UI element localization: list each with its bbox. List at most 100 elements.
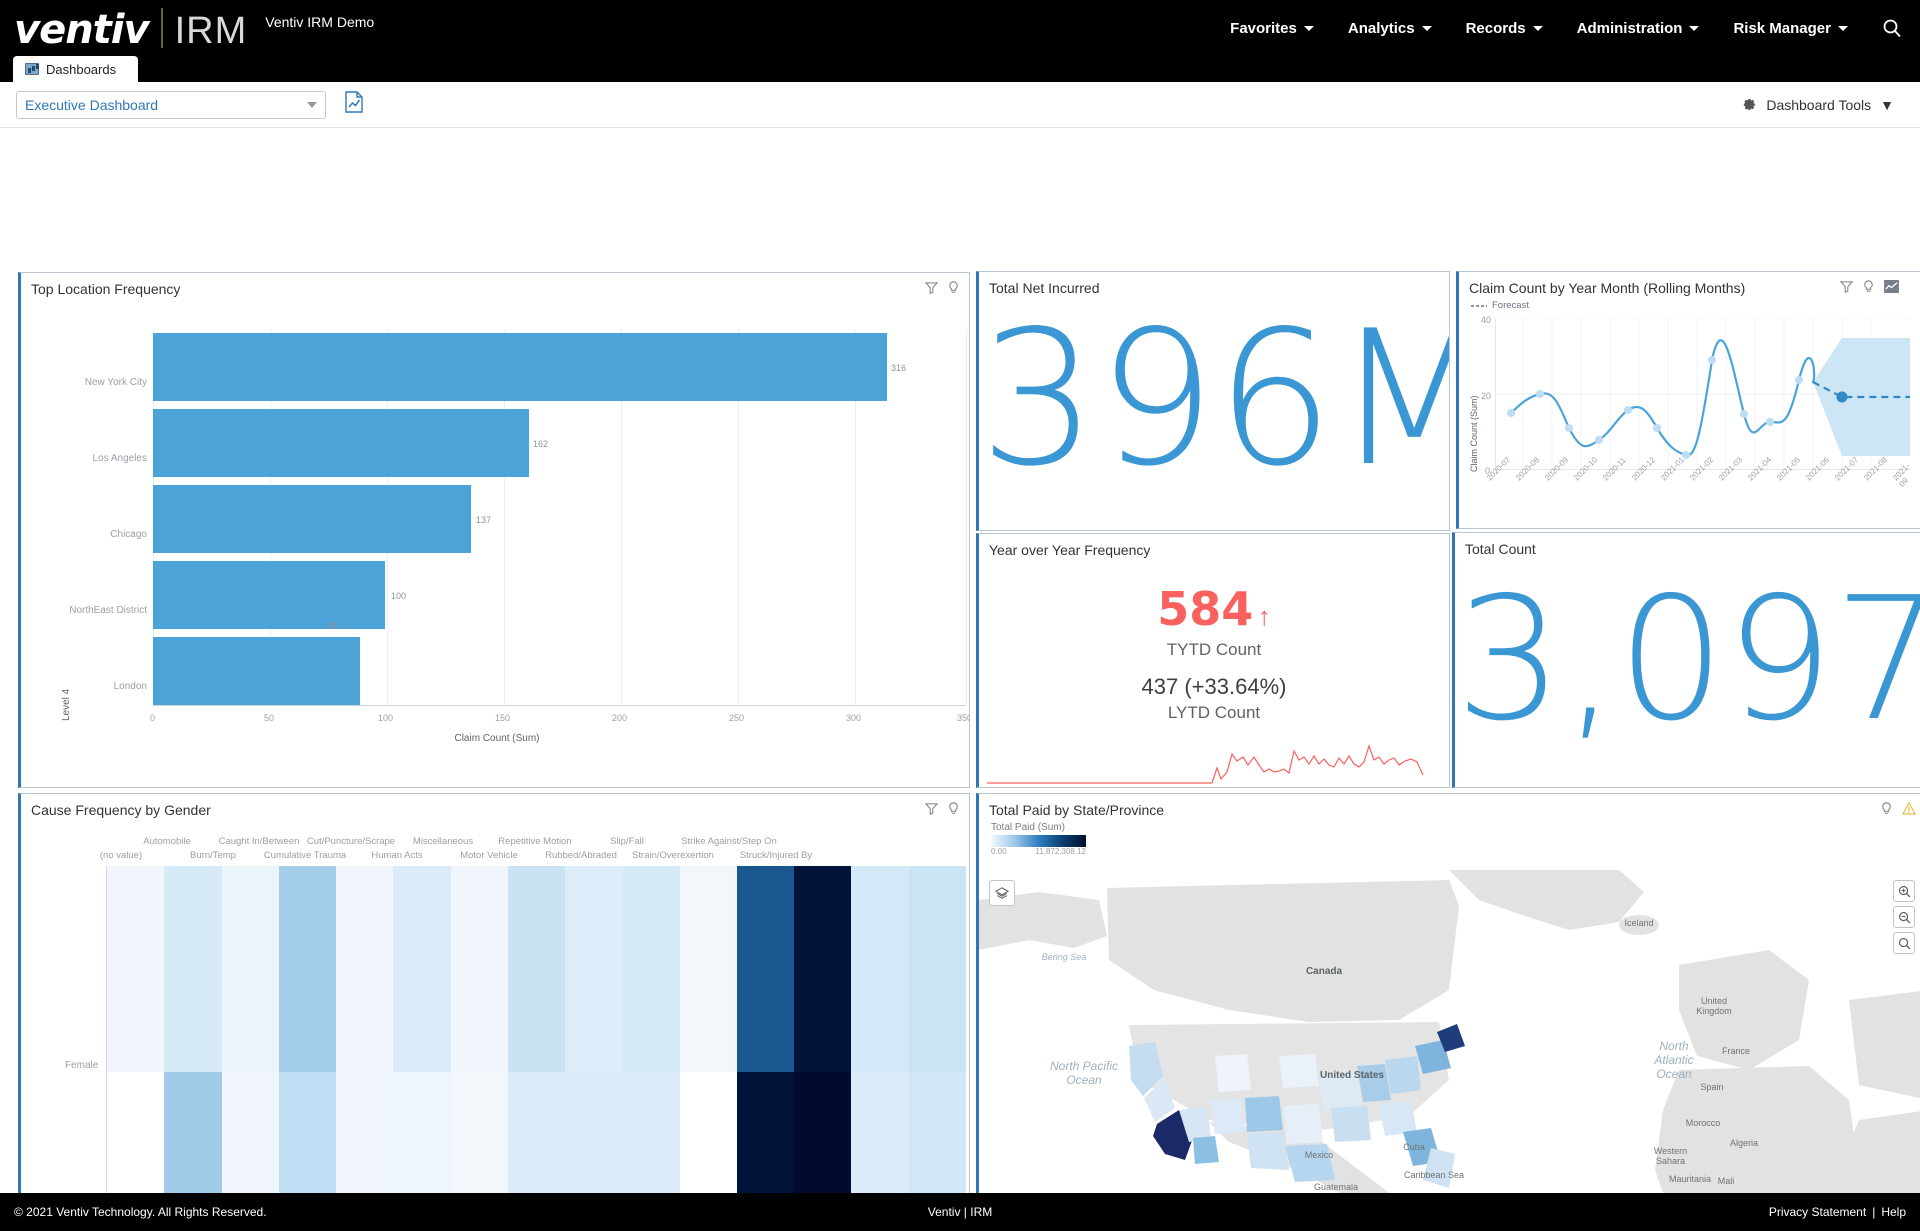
filter-icon[interactable] [1839, 280, 1854, 298]
dashboard-select[interactable]: Executive Dashboard [16, 90, 326, 119]
country-label-algeria: Algeria [1729, 1138, 1758, 1148]
map-region-kansas [1283, 1104, 1323, 1144]
footer-links: Privacy Statement | Help [1769, 1205, 1906, 1219]
heatmap-cell[interactable] [393, 866, 452, 1072]
tab-label: Dashboards [46, 61, 117, 77]
panel-title: Total Paid by State/Province [989, 802, 1165, 818]
yoy-secondary-value: 437 (+33.64%) [1141, 674, 1287, 699]
privacy-statement-link[interactable]: Privacy Statement [1769, 1205, 1866, 1219]
bar-category-label: NorthEast District [69, 605, 147, 616]
dashboard-tools-menu[interactable]: Dashboard Tools ▼ [1742, 97, 1904, 113]
nav-item-records[interactable]: Records [1466, 20, 1543, 37]
bar-los-angeles[interactable] [153, 409, 529, 477]
bar-value-label: 89 [327, 621, 338, 631]
nav-item-analytics[interactable]: Analytics [1348, 20, 1432, 37]
heatmap-cell[interactable] [336, 866, 394, 1072]
dashboard-toolbar: Executive Dashboard Dashboard Tools ▼ [0, 82, 1920, 128]
bar-value-label: 316 [891, 363, 907, 373]
insight-bulb-icon[interactable] [947, 281, 960, 299]
nav-item-favorites[interactable]: Favorites [1230, 20, 1314, 37]
heatmap-cell[interactable] [622, 866, 681, 1072]
brand-name-primary: ventiv [14, 7, 150, 53]
heatmap-cell[interactable] [278, 866, 337, 1072]
heatmap-cell[interactable] [450, 866, 509, 1072]
bar-new-york-city[interactable] [153, 333, 887, 401]
country-label-mexico: Mexico [1304, 1150, 1334, 1160]
insight-bulb-icon[interactable] [1862, 280, 1875, 298]
x-tick: 250 [729, 713, 745, 723]
heatmap-cell[interactable] [736, 866, 795, 1072]
map-legend-title: Total Paid (Sum) [991, 822, 1065, 833]
nav-item-administration[interactable]: Administration [1577, 20, 1700, 37]
zoom-in-icon[interactable] [1893, 880, 1915, 902]
insight-bulb-icon[interactable] [1880, 802, 1893, 820]
heatmap-cell[interactable] [679, 866, 738, 1072]
heatmap-cell[interactable] [221, 866, 280, 1072]
heatmap-cell[interactable] [908, 866, 967, 1072]
yoy-secondary-label: LYTD Count [1167, 703, 1261, 722]
hm-col-label: Human Acts [371, 850, 423, 861]
yoy-sparkline [987, 744, 1424, 784]
filter-icon[interactable] [924, 281, 939, 299]
bar-category-label: London [113, 681, 147, 692]
panel-header-icons [924, 281, 960, 299]
map-legend-gradient [991, 835, 1086, 847]
x-tick: 0 [150, 713, 156, 723]
country-label-western-sahara: Western Sahara [1653, 1146, 1688, 1166]
nav-item-risk-manager[interactable]: Risk Manager [1733, 20, 1848, 37]
map-region-utah-colorado [1211, 1098, 1245, 1134]
yoy-primary-value: 584 [1157, 582, 1254, 636]
nav-label: Favorites [1230, 19, 1297, 37]
heatmap-cell[interactable] [794, 866, 852, 1072]
x-tick: 50 [264, 713, 275, 723]
report-document-icon[interactable] [344, 91, 364, 118]
chart-type-icon[interactable] [1884, 280, 1899, 298]
country-label-united-states: United States [1320, 1070, 1384, 1081]
hm-col-label: Strike Against/Step On [681, 836, 777, 847]
zoom-reset-icon[interactable] [1893, 932, 1915, 954]
heatmap-column-labels: (no value) Automobile Burn/Temp Caught I… [21, 834, 969, 864]
heatmap-cell[interactable] [507, 866, 566, 1072]
tab-dashboards[interactable]: Dashboards [13, 56, 139, 82]
x-tick: 350 [957, 713, 969, 723]
hm-col-label: Cut/Puncture/Scrape [306, 836, 396, 847]
heatmap-cell[interactable] [164, 866, 223, 1072]
zoom-out-icon[interactable] [1893, 906, 1915, 928]
heatmap-cell[interactable] [565, 866, 623, 1072]
map-region-montana-idaho [1215, 1054, 1251, 1092]
kpi-value-total-net-incurred: 396M [979, 290, 1450, 507]
footer-brand: Ventiv | IRM [927, 1205, 993, 1219]
bar-category-label: Chicago [110, 529, 147, 540]
map-layers-icon[interactable] [989, 880, 1015, 906]
tab-strip: Dashboards [0, 56, 1920, 82]
yoy-primary-row: 584 ↑ [979, 582, 1449, 636]
country-label-united-kingdom: United Kingdom [1696, 996, 1732, 1016]
bar-chicago[interactable] [153, 485, 471, 553]
hm-col-label: Struck/Injured By [739, 850, 813, 861]
search-icon[interactable] [1882, 18, 1902, 38]
main-navigation: Favorites Analytics Records Administrati… [1196, 18, 1920, 38]
bar-chart-x-axis-title: Claim Count (Sum) [454, 733, 540, 744]
filter-icon[interactable] [924, 802, 939, 820]
insight-bulb-icon[interactable] [947, 802, 960, 820]
footer-copyright: © 2021 Ventiv Technology. All Rights Res… [14, 1205, 267, 1219]
x-tick: 150 [495, 713, 511, 723]
hm-row-label: Female [65, 1060, 99, 1071]
warning-icon[interactable] [1901, 801, 1917, 820]
heatmap-cell[interactable] [107, 866, 165, 1072]
bar-northeast-district[interactable] [153, 561, 385, 629]
help-link[interactable]: Help [1881, 1205, 1906, 1219]
choropleth-map[interactable]: North Pacific Ocean North Atlantic Ocean Be… [979, 870, 1920, 1231]
dashboard-select-value: Executive Dashboard [25, 96, 159, 113]
panel-total-count: Total Count 3,097 [1452, 532, 1920, 788]
panel-total-net-incurred: Total Net Incurred 396M [976, 271, 1450, 531]
bar-value-label: 162 [533, 439, 549, 449]
heatmap-cell[interactable] [851, 866, 910, 1072]
brand-logo[interactable]: ventiv IRM [14, 3, 247, 53]
bar-london[interactable] [153, 637, 360, 705]
x-tick: 300 [846, 713, 862, 723]
panel-year-over-year-frequency: Year over Year Frequency 584 ↑ TYTD Coun… [976, 533, 1450, 788]
hm-col-label: Burn/Temp [190, 850, 236, 861]
brand-name-secondary: IRM [174, 10, 248, 52]
footer-divider: | [1872, 1205, 1876, 1219]
